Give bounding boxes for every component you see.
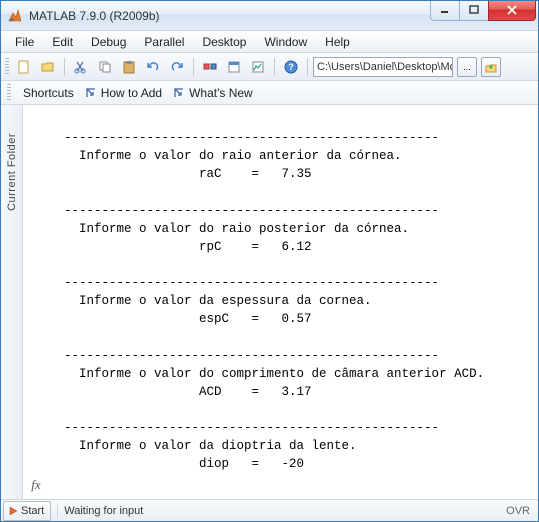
svg-text:?: ? (288, 62, 294, 72)
browse-folder-button[interactable]: ... (457, 57, 477, 77)
undo-button[interactable] (142, 56, 164, 78)
fx-prompt-icon[interactable]: fx (31, 477, 40, 493)
current-folder-tab-label: Current Folder (6, 133, 18, 211)
current-folder-tab[interactable]: Current Folder (1, 105, 23, 499)
command-window-output[interactable]: ----------------------------------------… (49, 105, 538, 499)
close-button[interactable] (488, 1, 536, 21)
how-to-add-icon (84, 86, 98, 100)
toolbar-grip[interactable] (5, 58, 9, 76)
paste-button[interactable] (118, 56, 140, 78)
menu-help[interactable]: Help (317, 33, 358, 51)
status-separator (57, 503, 58, 519)
status-message: Waiting for input (62, 505, 498, 517)
shortcuts-whats-new-label: What's New (189, 86, 253, 100)
shortcuts-how-to-add[interactable]: How to Add (84, 86, 162, 100)
toolbar-separator (193, 58, 194, 76)
menu-desktop[interactable]: Desktop (194, 33, 254, 51)
menu-debug[interactable]: Debug (83, 33, 134, 51)
fx-gutter: fx (23, 105, 49, 499)
new-file-button[interactable] (13, 56, 35, 78)
start-button-label: Start (21, 505, 44, 517)
main-area: Current Folder fx ----------------------… (1, 105, 538, 499)
profiler-button[interactable] (247, 56, 269, 78)
shortcuts-whats-new[interactable]: What's New (172, 86, 253, 100)
simulink-button[interactable] (199, 56, 221, 78)
shortcuts-label: Shortcuts (23, 86, 74, 100)
title-bar: MATLAB 7.9.0 (R2009b) (1, 1, 538, 31)
current-folder-path[interactable]: C:\Users\Daniel\Desktop\Mo (313, 57, 453, 77)
toolbar-separator (64, 58, 65, 76)
minimize-button[interactable] (430, 1, 460, 21)
open-file-button[interactable] (37, 56, 59, 78)
matlab-icon (7, 8, 23, 24)
menu-parallel[interactable]: Parallel (136, 33, 192, 51)
window-buttons (431, 6, 536, 26)
status-bar: Start Waiting for input OVR (1, 499, 538, 521)
path-text: C:\Users\Daniel\Desktop\Mo (317, 61, 453, 73)
shortcuts-how-to-add-label: How to Add (101, 86, 162, 100)
shortcuts-bar: Shortcuts How to Add What's New (1, 81, 538, 105)
redo-button[interactable] (166, 56, 188, 78)
start-icon (7, 505, 19, 517)
ovr-indicator: OVR (498, 505, 538, 517)
toolbar-separator (307, 58, 308, 76)
whats-new-icon (172, 86, 186, 100)
menu-window[interactable]: Window (256, 33, 315, 51)
help-button[interactable]: ? (280, 56, 302, 78)
up-folder-button[interactable] (481, 57, 501, 77)
toolbar: ? C:\Users\Daniel\Desktop\Mo ... (1, 53, 538, 81)
window-title: MATLAB 7.9.0 (R2009b) (29, 9, 431, 23)
menu-bar: File Edit Debug Parallel Desktop Window … (1, 31, 538, 53)
maximize-button[interactable] (459, 1, 489, 21)
menu-edit[interactable]: Edit (44, 33, 81, 51)
guide-button[interactable] (223, 56, 245, 78)
command-window: fx -------------------------------------… (23, 105, 538, 499)
menu-file[interactable]: File (7, 33, 42, 51)
start-button[interactable]: Start (3, 501, 51, 521)
cut-button[interactable] (70, 56, 92, 78)
copy-button[interactable] (94, 56, 116, 78)
toolbar-separator (274, 58, 275, 76)
shortcuts-grip[interactable] (7, 84, 11, 102)
